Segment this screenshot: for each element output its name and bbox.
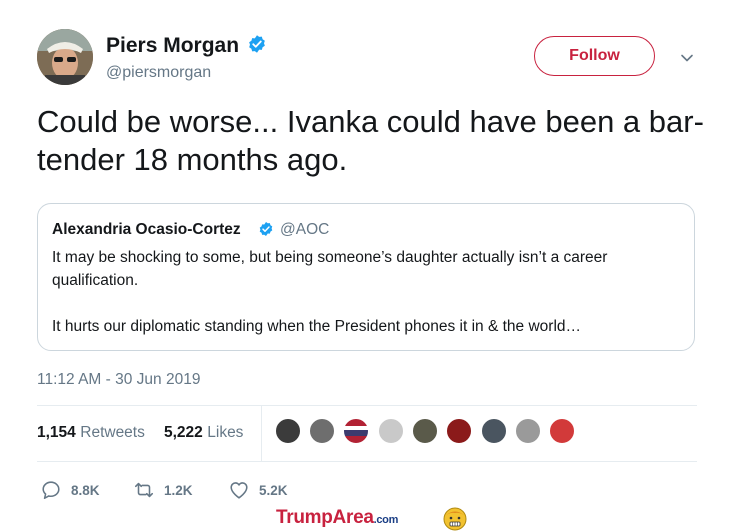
- like-count: 5.2K: [259, 482, 288, 498]
- divider: [37, 461, 697, 462]
- retweets-stat[interactable]: 1,154 Retweets: [37, 424, 145, 442]
- tweet-timestamp[interactable]: 11:12 AM - 30 Jun 2019: [37, 371, 200, 389]
- liker-avatar[interactable]: [377, 417, 405, 445]
- divider: [37, 405, 697, 406]
- reply-count: 8.8K: [71, 482, 100, 498]
- stats-divider: [261, 405, 262, 461]
- liker-avatar[interactable]: [445, 417, 473, 445]
- liker-avatar[interactable]: [411, 417, 439, 445]
- verified-badge-icon: [259, 222, 273, 236]
- watermark-brand-main: TrumpArea: [276, 507, 374, 528]
- liker-avatar[interactable]: [514, 417, 542, 445]
- reply-icon: [42, 481, 60, 500]
- retweets-label: Retweets: [80, 424, 145, 441]
- heart-icon: [230, 482, 248, 499]
- likes-count: 5,222: [164, 424, 203, 441]
- likes-label: Likes: [207, 424, 244, 441]
- quoted-author-name: Alexandria Ocasio-Cortez: [52, 221, 241, 238]
- liker-avatar[interactable]: [274, 417, 302, 445]
- follow-button[interactable]: Follow: [534, 36, 655, 76]
- retweet-icon: [134, 482, 154, 498]
- retweets-count: 1,154: [37, 424, 76, 441]
- reply-button[interactable]: 8.8K: [40, 479, 100, 501]
- author-avatar[interactable]: [37, 29, 93, 85]
- liker-avatar[interactable]: [480, 417, 508, 445]
- retweet-button[interactable]: 1.2K: [133, 479, 193, 501]
- tweet-text: Could be worse... Ivanka could have been…: [37, 104, 704, 177]
- quoted-author-handle: @AOC: [280, 221, 330, 238]
- quoted-text-paragraph-1: It may be shocking to some, but being so…: [52, 249, 608, 289]
- retweet-count: 1.2K: [164, 482, 193, 498]
- verified-badge-icon: [249, 35, 265, 53]
- avatar-image: [37, 29, 93, 85]
- chevron-down-icon[interactable]: [679, 50, 695, 66]
- liker-avatar[interactable]: [548, 417, 576, 445]
- watermark-brand-suffix: .com: [373, 514, 399, 526]
- likes-stat[interactable]: 5,222 Likes: [164, 424, 243, 442]
- like-button[interactable]: 5.2K: [228, 479, 288, 501]
- watermark-logo-icon: [443, 507, 467, 531]
- author-handle[interactable]: @piersmorgan: [106, 64, 211, 82]
- quoted-text-paragraph-2: It hurts our diplomatic standing when th…: [52, 318, 582, 335]
- author-name[interactable]: Piers Morgan: [106, 34, 239, 58]
- liker-avatar[interactable]: [308, 417, 336, 445]
- watermark-brand: TrumpArea.com: [276, 507, 398, 529]
- liker-avatar[interactable]: [342, 417, 370, 445]
